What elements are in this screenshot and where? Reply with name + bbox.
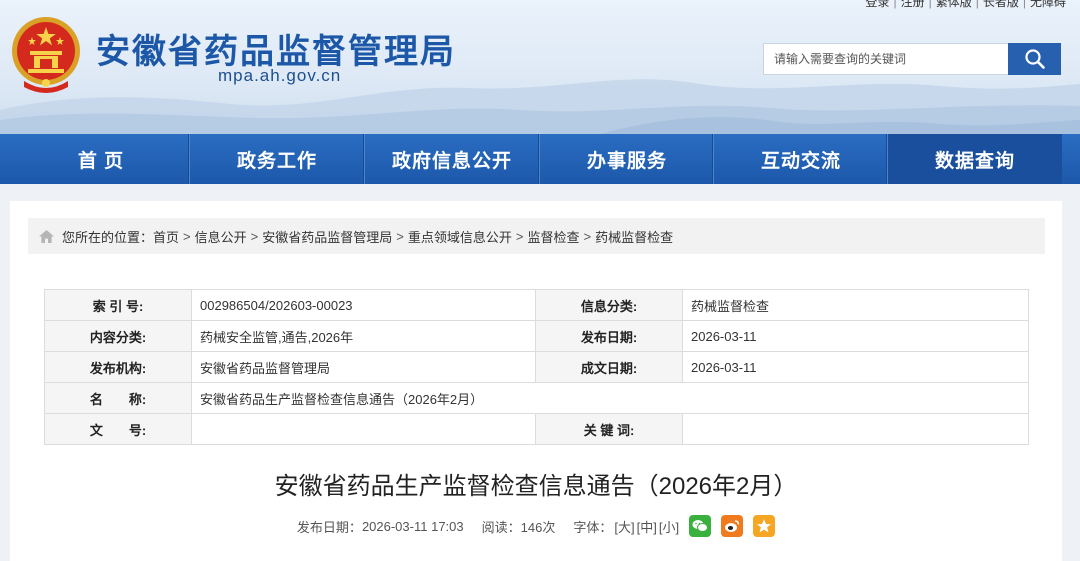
elderly-version-link[interactable]: 长者版	[983, 0, 1019, 9]
info-category-label: 信息分类:	[535, 289, 683, 321]
index-number-label: 索 引 号:	[44, 289, 192, 321]
link-separator: |	[893, 0, 897, 9]
top-links: 登录 | 注册 | 繁体版 | 长者版 | 无障碍	[865, 0, 1066, 10]
breadcrumb-separator: >	[583, 228, 592, 244]
link-separator: |	[1022, 0, 1026, 9]
content-class-label: 内容分类:	[44, 320, 192, 352]
read-count-value: 146次	[520, 519, 556, 535]
written-date-label: 成文日期:	[535, 351, 683, 383]
publish-time-label: 发布日期：	[296, 519, 362, 535]
nav-home[interactable]: 首 页	[14, 134, 188, 184]
breadcrumb: 您所在的位置： 首页 > 信息公开 > 安徽省药品监督管理局 > 重点领域信息公…	[28, 218, 1045, 254]
site-header: 登录 | 注册 | 繁体版 | 长者版 | 无障碍 安徽省药品监督管理局 mpa.ah.gov.…	[0, 0, 1080, 134]
link-separator: |	[975, 0, 979, 9]
keywords-value	[682, 413, 1029, 445]
breadcrumb-item-home[interactable]: 首页	[153, 227, 179, 246]
link-separator: |	[928, 0, 932, 9]
search-box	[763, 43, 1061, 75]
share-wechat-button[interactable]	[689, 515, 712, 537]
font-size-label: 字体：	[573, 519, 613, 535]
weibo-icon	[725, 520, 740, 532]
index-number-value: 002986504/202603-00023	[191, 289, 536, 321]
home-icon	[39, 229, 54, 243]
nav-info-disclosure[interactable]: 政府信息公开	[365, 134, 539, 184]
breadcrumb-separator: >	[396, 228, 404, 244]
breadcrumb-item-supervision[interactable]: 监督检查	[527, 227, 579, 246]
search-input[interactable]	[764, 44, 1010, 74]
publish-date-label: 发布日期:	[535, 320, 683, 352]
table-row: 发布机构: 安徽省药品监督管理局 成文日期: 2026-03-11	[44, 351, 1029, 383]
search-icon	[1024, 49, 1045, 69]
keywords-label: 关 键 词:	[535, 413, 683, 445]
breadcrumb-separator: >	[515, 228, 524, 244]
breadcrumb-item-info-public[interactable]: 信息公开	[195, 227, 247, 246]
read-count-label: 阅读：	[481, 519, 521, 535]
article-title: 安徽省药品生产监督检查信息通告（2026年2月）	[274, 473, 798, 500]
share-weibo-button[interactable]	[721, 515, 744, 537]
breadcrumb-prefix: 您所在的位置：	[62, 229, 154, 245]
content-class-value: 药械安全监管,通告,2026年	[191, 320, 536, 352]
wechat-icon	[692, 520, 709, 532]
nav-interaction[interactable]: 互动交流	[714, 134, 888, 184]
written-date-value: 2026-03-11	[682, 351, 1029, 383]
nav-data-query[interactable]: 数据查询	[888, 134, 1062, 184]
register-link[interactable]: 注册	[901, 0, 925, 9]
breadcrumb-separator: >	[250, 228, 259, 244]
publishing-org-value: 安徽省药品监督管理局	[191, 351, 536, 383]
doc-number-value	[191, 413, 536, 445]
nav-services[interactable]: 办事服务	[540, 134, 714, 184]
document-info-table: 索 引 号: 002986504/202603-00023 信息分类: 药械监督…	[44, 289, 1029, 445]
font-medium-button[interactable]: [中]	[637, 517, 657, 536]
publishing-org-label: 发布机构:	[44, 351, 192, 383]
doc-name-value: 安徽省药品生产监督检查信息通告（2026年2月）	[191, 382, 1029, 414]
publish-date-value: 2026-03-11	[682, 320, 1029, 352]
site-domain: mpa.ah.gov.cn	[218, 66, 342, 85]
breadcrumb-item-device-supervision[interactable]: 药械监督检查	[595, 227, 673, 246]
accessibility-link[interactable]: 无障碍	[1030, 0, 1066, 9]
nav-government-affairs[interactable]: 政务工作	[190, 134, 364, 184]
login-link[interactable]: 登录	[865, 0, 889, 9]
main-nav: 首 页 政务工作 政府信息公开 办事服务 互动交流 数据查询	[0, 134, 1080, 184]
table-row: 文 号: 关 键 词:	[44, 413, 1029, 445]
favorite-button[interactable]	[753, 515, 776, 537]
publish-time-value: 2026-03-11 17:03	[361, 518, 464, 534]
article-meta: 发布日期： 2026-03-11 17:03 阅读： 146次 字体： [大] …	[10, 515, 1062, 537]
traditional-chinese-link[interactable]: 繁体版	[936, 0, 972, 9]
breadcrumb-separator: >	[183, 228, 191, 244]
breadcrumb-item-bureau[interactable]: 安徽省药品监督管理局	[262, 227, 392, 246]
national-emblem-icon	[12, 17, 80, 93]
doc-name-label: 名 称:	[44, 382, 192, 414]
doc-number-label: 文 号:	[44, 413, 192, 445]
font-large-button[interactable]: [大]	[614, 517, 634, 536]
table-row: 索 引 号: 002986504/202603-00023 信息分类: 药械监督…	[44, 289, 1029, 321]
favorite-icon	[757, 519, 772, 533]
content-panel: 您所在的位置： 首页 > 信息公开 > 安徽省药品监督管理局 > 重点领域信息公…	[10, 201, 1062, 561]
table-row: 名 称: 安徽省药品生产监督检查信息通告（2026年2月）	[44, 382, 1029, 414]
search-button[interactable]	[1008, 43, 1061, 75]
font-small-button[interactable]: [小]	[659, 517, 679, 536]
breadcrumb-item-key-areas[interactable]: 重点领域信息公开	[408, 227, 512, 246]
info-category-value: 药械监督检查	[682, 289, 1029, 321]
table-row: 内容分类: 药械安全监管,通告,2026年 发布日期: 2026-03-11	[44, 320, 1029, 352]
